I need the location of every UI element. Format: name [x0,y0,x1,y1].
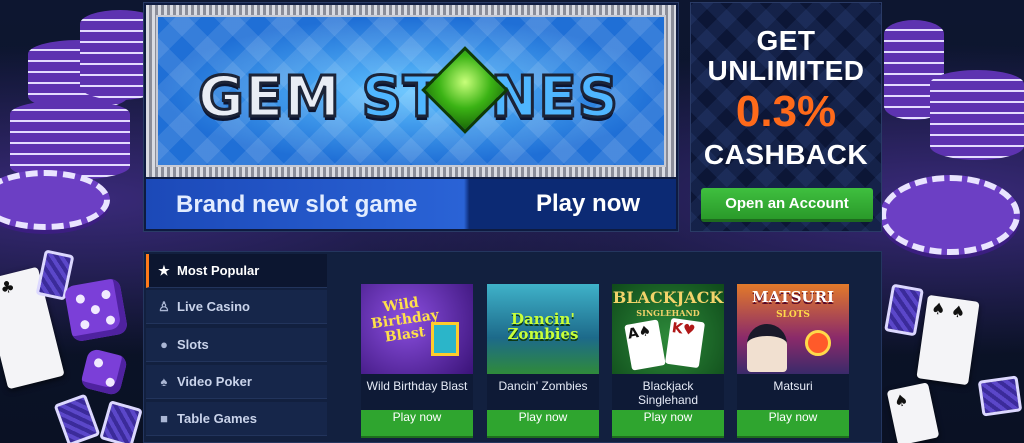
game-tile-blackjack-singlehand: BLACKJACK SINGLEHAND A♠ K♥ Blackjack Sin… [612,284,724,438]
banner-art: GEM STONES [156,15,666,167]
chip-stack-decoration [930,70,1024,160]
thumbnail-title: MATSURI [752,288,834,306]
category-most-popular[interactable]: ★ Most Popular [146,254,327,288]
category-label: Slots [177,337,209,352]
game-name: Wild Birthday Blast [366,379,468,393]
thumbnail-title: BLACKJACK [612,288,724,307]
promo-percent: 0.3% [735,87,837,136]
thumbnail-title: Wild Birthday Blast [370,294,440,346]
category-label: Video Poker [177,374,252,389]
logo-word-gem: GEM [197,64,342,132]
promo-line-unlimited: UNLIMITED [707,55,865,86]
promo-line-get: GET [756,25,816,56]
game-thumbnail[interactable]: BLACKJACK SINGLEHAND A♠ K♥ [612,284,724,374]
game-name: Dancin' Zombies [498,379,588,393]
card-back-decoration [977,375,1023,417]
play-now-button[interactable]: Play now [487,410,599,438]
game-tile-matsuri: MATSURI SLOTS Matsuri Play now [737,284,849,438]
game-thumbnail[interactable]: MATSURI SLOTS [737,284,849,374]
chip-stack-decoration [10,100,130,180]
promo-line-cashback: CASHBACK [703,139,869,170]
spade-icon: ♠ [160,374,168,389]
banner-subtitle: Brand new slot game [176,191,418,218]
game-thumbnail[interactable]: Wild Birthday Blast [361,284,473,374]
category-slots[interactable]: ● Slots [146,328,327,362]
banner-frame: GEM STONES [146,5,676,177]
dice-icon: ■ [160,411,168,426]
banner-play-now-button[interactable]: Play now [536,190,640,218]
category-live-casino[interactable]: ♙ Live Casino [146,290,327,324]
king-card-icon: K♥ [664,317,706,369]
category-video-poker[interactable]: ♠ Video Poker [146,365,327,399]
banner-bar: Brand new slot game Play now [146,179,676,229]
play-now-button[interactable]: Play now [737,410,849,438]
game-name: Matsuri [773,379,813,393]
game-tile-wild-birthday-blast: Wild Birthday Blast Wild Birthday Blast … [361,284,473,438]
ace-card-icon: A♠ [624,319,666,371]
dealer-icon: ♙ [158,298,170,314]
star-icon: ★ [158,262,170,278]
gem-stones-banner[interactable]: GEM STONES Brand new slot game Play now [143,2,679,232]
geisha-icon [747,324,787,372]
cashback-promo: GET UNLIMITED 0.3% CASHBACK Open an Acco… [690,2,882,232]
play-now-button[interactable]: Play now [612,410,724,438]
open-account-button[interactable]: Open an Account [701,188,873,222]
thumbnail-subtitle: SLOTS [776,310,810,320]
coins-icon: ● [160,337,168,352]
gift-icon [431,322,459,356]
game-name: Blackjack Singlehand [637,379,699,407]
poker-chip-decoration [880,175,1020,255]
gem-stones-logo: GEM STONES [197,64,620,132]
category-label: Most Popular [177,263,260,278]
thumbnail-subtitle: SINGLEHAND [636,308,700,318]
game-tile-dancin-zombies: Dancin' Zombies Dancin' Zombies Play now [487,284,599,438]
game-thumbnail[interactable]: Dancin' Zombies [487,284,599,374]
category-table-games[interactable]: ■ Table Games [146,402,327,436]
category-label: Table Games [177,411,257,426]
game-lobby: ★ Most Popular ♙ Live Casino ● Slots ♠ V… [143,251,882,443]
dice-decoration [63,277,129,343]
thumbnail-title: Dancin' Zombies [507,310,579,343]
lantern-icon [805,330,831,356]
play-now-button[interactable]: Play now [361,410,473,438]
category-label: Live Casino [177,299,250,314]
